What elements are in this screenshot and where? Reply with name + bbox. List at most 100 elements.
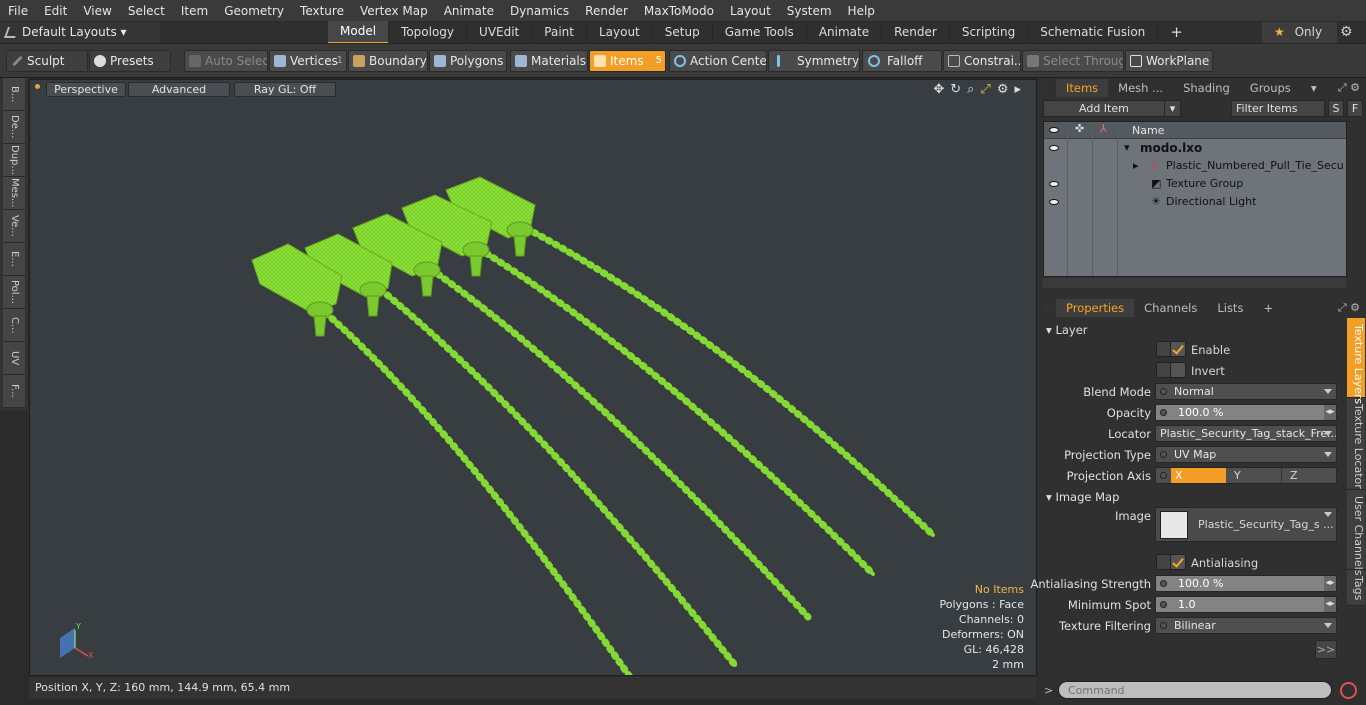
opacity-slider[interactable]: 100.0 % ◂▸ bbox=[1155, 404, 1337, 421]
default-layouts-dropdown[interactable]: Default Layouts ▾ bbox=[0, 22, 160, 43]
tab-properties[interactable]: Properties bbox=[1056, 299, 1135, 317]
tab-groups[interactable]: Groups bbox=[1240, 79, 1301, 97]
eye-icon[interactable] bbox=[1049, 199, 1059, 205]
min-spot-slider[interactable]: 1.0 ◂▸ bbox=[1155, 596, 1337, 613]
menu-render[interactable]: Render bbox=[577, 0, 636, 22]
only-toggle[interactable]: ★ Only bbox=[1262, 22, 1337, 43]
auto-select-button[interactable]: Auto Select bbox=[184, 50, 268, 72]
add-item-button[interactable]: Add Item bbox=[1043, 100, 1181, 117]
menu-vertex-map[interactable]: Vertex Map bbox=[352, 0, 436, 22]
left-tab-basic[interactable]: B... bbox=[3, 78, 25, 111]
menu-file[interactable]: File bbox=[0, 0, 36, 22]
items-panel-gear-icon[interactable]: ⤢ ⚙ bbox=[1338, 81, 1360, 95]
menu-texture[interactable]: Texture bbox=[292, 0, 352, 22]
tab-schematic-fusion[interactable]: Schematic Fusion bbox=[1028, 22, 1159, 43]
filter-s-button[interactable]: S bbox=[1328, 100, 1344, 117]
axis-x-button[interactable]: X bbox=[1171, 468, 1226, 483]
materials-button[interactable]: Materials bbox=[510, 50, 588, 72]
expand-icon[interactable]: ▾ bbox=[1124, 139, 1130, 157]
axis-z-button[interactable]: Z bbox=[1286, 468, 1336, 483]
constraints-button[interactable]: Constrai... bbox=[943, 50, 1021, 72]
left-tab-deform[interactable]: De... bbox=[3, 111, 25, 144]
menu-item[interactable]: Item bbox=[173, 0, 216, 22]
tab-uvedit[interactable]: UVEdit bbox=[467, 22, 533, 43]
left-tab-polygon[interactable]: Pol... bbox=[3, 276, 25, 309]
axis-y-button[interactable]: Y bbox=[1230, 468, 1282, 483]
boundary-button[interactable]: Boundary bbox=[348, 50, 428, 72]
collapse-icon[interactable]: ▸ bbox=[1133, 157, 1139, 175]
antialiasing-checkbox[interactable] bbox=[1170, 554, 1186, 570]
eye-icon[interactable] bbox=[1049, 181, 1059, 187]
tab-topology[interactable]: Topology bbox=[389, 22, 468, 43]
tab-tags[interactable]: Tags bbox=[1347, 570, 1365, 606]
3d-viewport[interactable]: Perspective Advanced Ray GL: Off ✥ ↻ ⌕ ⤢… bbox=[29, 79, 1037, 676]
tabs-overflow-icon[interactable]: ▾ bbox=[1301, 79, 1327, 97]
slider-arrows-icon[interactable]: ◂▸ bbox=[1324, 405, 1336, 420]
left-tab-duplicate[interactable]: Dup... bbox=[3, 144, 25, 177]
sculpt-button[interactable]: Sculpt bbox=[6, 50, 88, 72]
layer-section[interactable]: ▾ Layer bbox=[1046, 323, 1088, 337]
projection-type-select[interactable]: UV Map bbox=[1155, 446, 1337, 463]
enable-checkbox[interactable] bbox=[1170, 341, 1186, 357]
aa-strength-slider[interactable]: 100.0 % ◂▸ bbox=[1155, 575, 1337, 592]
left-tab-curve[interactable]: C... bbox=[3, 309, 25, 342]
tab-channels[interactable]: Channels bbox=[1134, 299, 1207, 317]
symmetry-button[interactable]: Symmetry bbox=[768, 50, 860, 72]
left-tab-fusion[interactable]: F... bbox=[3, 375, 25, 408]
menu-layout[interactable]: Layout bbox=[722, 0, 779, 22]
add-item-dropdown-icon[interactable]: ▾ bbox=[1164, 100, 1181, 117]
menu-view[interactable]: View bbox=[75, 0, 119, 22]
more-button[interactable]: >> bbox=[1315, 640, 1337, 659]
tab-setup[interactable]: Setup bbox=[653, 22, 713, 43]
slider-arrows-icon[interactable]: ◂▸ bbox=[1324, 597, 1336, 612]
filter-items-input[interactable]: Filter Items bbox=[1231, 100, 1325, 117]
eye-icon[interactable] bbox=[1049, 145, 1059, 151]
polygons-button[interactable]: Polygons bbox=[429, 50, 507, 72]
tab-items[interactable]: Items bbox=[1056, 79, 1109, 97]
menu-edit[interactable]: Edit bbox=[36, 0, 75, 22]
tab-layout[interactable]: Layout bbox=[587, 22, 653, 43]
tab-mesh[interactable]: Mesh ... bbox=[1108, 79, 1173, 97]
left-tab-edge[interactable]: E... bbox=[3, 243, 25, 276]
menu-select[interactable]: Select bbox=[120, 0, 173, 22]
item-list-scrollbar[interactable] bbox=[1043, 278, 1347, 288]
invert-checkbox[interactable] bbox=[1170, 362, 1186, 378]
tab-user-channels[interactable]: User Channels bbox=[1347, 490, 1365, 575]
falloff-button[interactable]: Falloff bbox=[862, 50, 942, 72]
slider-arrows-icon[interactable]: ◂▸ bbox=[1324, 576, 1336, 591]
items-button[interactable]: Items 5 bbox=[589, 50, 666, 72]
tab-lists[interactable]: Lists bbox=[1207, 299, 1253, 317]
tab-render[interactable]: Render bbox=[882, 22, 950, 43]
menu-dynamics[interactable]: Dynamics bbox=[502, 0, 577, 22]
select-through-button[interactable]: Select Through bbox=[1022, 50, 1124, 72]
left-tab-mesh[interactable]: Mes... bbox=[3, 177, 25, 210]
item-list[interactable]: ✜ ⅄ Name ▾ modo.lxo ▸ ⅄ Plastic_Numbered… bbox=[1043, 121, 1347, 277]
tab-scripting[interactable]: Scripting bbox=[950, 22, 1029, 43]
menu-animate[interactable]: Animate bbox=[436, 0, 502, 22]
workplane-button[interactable]: WorkPlane bbox=[1125, 50, 1213, 72]
tab-game-tools[interactable]: Game Tools bbox=[713, 22, 807, 43]
add-tab-icon[interactable]: + bbox=[1158, 22, 1195, 43]
tab-model[interactable]: Model bbox=[328, 21, 390, 44]
tab-texture-layers[interactable]: Texture Layers bbox=[1347, 318, 1365, 404]
tab-shading[interactable]: Shading bbox=[1173, 79, 1240, 97]
locator-select[interactable]: Plastic_Security_Tag_stack_Fre... bbox=[1155, 425, 1337, 442]
tab-texture-locator[interactable]: Texture Locator bbox=[1347, 398, 1365, 490]
filter-f-button[interactable]: F bbox=[1347, 100, 1363, 117]
texture-filtering-select[interactable]: Bilinear bbox=[1155, 617, 1337, 634]
menu-system[interactable]: System bbox=[779, 0, 840, 22]
image-select[interactable]: Plastic_Security_Tag_s ... bbox=[1155, 507, 1337, 542]
menu-geometry[interactable]: Geometry bbox=[216, 0, 292, 22]
record-icon[interactable] bbox=[1340, 682, 1357, 699]
presets-button[interactable]: Presets bbox=[89, 50, 171, 72]
tab-animate[interactable]: Animate bbox=[807, 22, 883, 43]
gear-icon[interactable]: ⚙ bbox=[1340, 24, 1353, 40]
command-input[interactable] bbox=[1058, 681, 1332, 699]
add-tab-icon[interactable]: + bbox=[1253, 299, 1283, 317]
left-tab-uv[interactable]: UV bbox=[3, 342, 25, 375]
image-map-section[interactable]: ▾ Image Map bbox=[1046, 490, 1119, 504]
left-tab-vertex[interactable]: Ve... bbox=[3, 210, 25, 243]
vertices-button[interactable]: Vertices 1 bbox=[269, 50, 347, 72]
action-center-button[interactable]: Action Center bbox=[669, 50, 767, 72]
props-panel-gear-icon[interactable]: ⤢ ⚙ bbox=[1338, 301, 1360, 315]
